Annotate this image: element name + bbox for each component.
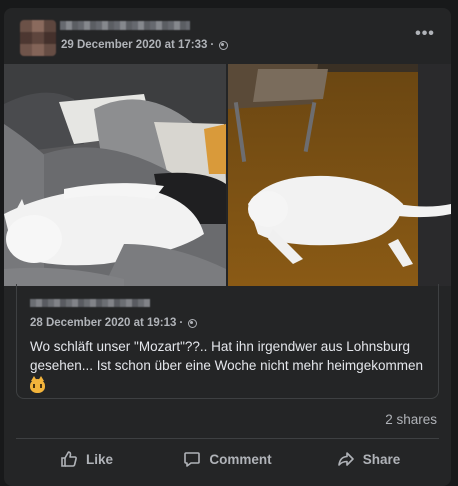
- photo-cat-on-floor[interactable]: [228, 64, 451, 286]
- share-label: Share: [362, 451, 401, 467]
- post-meta: 29 December 2020 at 17:33 ·: [61, 39, 229, 51]
- meta-separator: ·: [179, 317, 184, 329]
- thumbs-up-icon: [61, 451, 77, 467]
- comment-icon: [184, 452, 201, 467]
- shares-count[interactable]: 2 shares: [385, 412, 437, 427]
- more-options-button[interactable]: •••: [411, 22, 439, 46]
- avatar[interactable]: [20, 20, 56, 56]
- shared-post-timestamp[interactable]: 28 December 2020 at 19:13: [30, 317, 176, 329]
- more-options-icon: •••: [415, 25, 435, 42]
- action-bar: Like Comment Share: [16, 439, 439, 479]
- like-label: Like: [85, 451, 113, 467]
- post-header: 29 December 2020 at 17:33 · •••: [4, 8, 451, 64]
- shared-post[interactable]: 28 December 2020 at 19:13 · Wo schläft u…: [16, 284, 439, 399]
- photo-cat-on-couch[interactable]: [4, 64, 226, 286]
- crying-cat-emoji-icon: [30, 376, 45, 393]
- photo-grid: [4, 64, 451, 286]
- like-button[interactable]: Like: [16, 439, 157, 479]
- share-arrow-icon: [337, 452, 354, 466]
- globe-icon[interactable]: [188, 318, 198, 328]
- meta-separator: ·: [210, 39, 215, 51]
- globe-icon[interactable]: [219, 40, 229, 50]
- post-card: 29 December 2020 at 17:33 · ••• 28 Decem…: [4, 8, 451, 486]
- author-name-redacted[interactable]: [60, 21, 190, 30]
- comment-button[interactable]: Comment: [157, 439, 298, 479]
- shared-post-body: Wo schläft unser "Mozart"??.. Hat ihn ir…: [30, 339, 423, 373]
- post-timestamp[interactable]: 29 December 2020 at 17:33: [61, 39, 207, 51]
- shared-post-text: Wo schläft unser "Mozart"??.. Hat ihn ir…: [30, 337, 430, 396]
- shared-author-name-redacted[interactable]: [30, 299, 150, 307]
- share-button[interactable]: Share: [298, 439, 439, 479]
- shared-post-meta: 28 December 2020 at 19:13 ·: [30, 317, 198, 329]
- comment-label: Comment: [209, 451, 272, 467]
